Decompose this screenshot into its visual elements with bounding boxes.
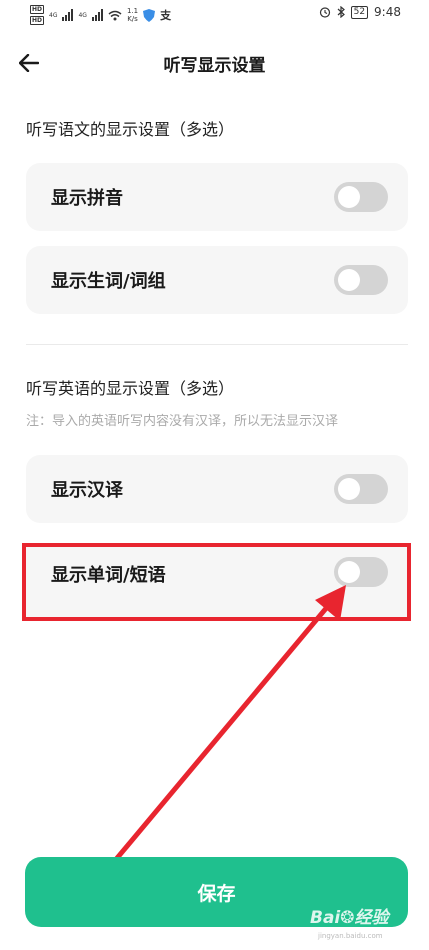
paw-icon: ❂ — [340, 908, 355, 928]
alarm-icon — [319, 7, 330, 18]
wifi-icon — [108, 10, 122, 20]
network-label: 4G — [49, 11, 58, 19]
option-show-translation[interactable]: 显示汉译 — [26, 455, 408, 523]
status-time: 9:48 — [374, 5, 401, 19]
show-new-words-toggle[interactable] — [334, 265, 388, 295]
option-show-pinyin[interactable]: 显示拼音 — [26, 163, 408, 231]
status-bar: HD HD 4G 4G 1.1 K/s 支 52 9:48 — [0, 0, 429, 30]
option-show-new-words[interactable]: 显示生词/词组 — [26, 246, 408, 314]
net-speed: 1.1 K/s — [127, 7, 138, 23]
show-translation-toggle[interactable] — [334, 474, 388, 504]
alipay-icon: 支 — [160, 9, 172, 22]
watermark-brand2: 经验 — [354, 908, 389, 928]
signal-icon-2 — [91, 9, 103, 21]
option-label: 显示汉译 — [51, 480, 123, 501]
option-label: 显示生词/词组 — [51, 271, 166, 292]
hd-badge: HD — [30, 16, 45, 25]
bluetooth-icon — [337, 6, 345, 18]
net-speed-unit: K/s — [127, 15, 138, 23]
option-label: 显示单词/短语 — [51, 565, 166, 586]
signal-icon — [62, 9, 74, 21]
hd-badge: HD — [30, 5, 45, 14]
section-divider — [26, 344, 408, 345]
battery-indicator: 52 — [350, 5, 369, 19]
toggle-knob — [338, 561, 360, 583]
show-pinyin-toggle[interactable] — [334, 182, 388, 212]
english-section-note: 注：导入的英语听写内容没有汉译，所以无法显示汉译 — [26, 414, 339, 429]
watermark-brand: Bai — [310, 908, 341, 928]
toggle-knob — [338, 269, 360, 291]
status-bar-right: 52 9:48 — [319, 5, 401, 19]
hd-indicators: HD HD — [30, 5, 45, 25]
status-bar-left: HD HD 4G 4G 1.1 K/s 支 — [30, 3, 171, 27]
toggle-knob — [338, 478, 360, 500]
net-speed-value: 1.1 — [126, 7, 139, 15]
option-label: 显示拼音 — [51, 188, 123, 209]
option-show-words-phrases[interactable]: 显示单词/短语 — [26, 547, 408, 617]
toggle-knob — [338, 186, 360, 208]
english-section-title: 听写英语的显示设置（多选） — [26, 379, 235, 398]
top-app-bar: 听写显示设置 — [0, 30, 429, 94]
chinese-section-title: 听写语文的显示设置（多选） — [26, 120, 235, 139]
network-label-2: 4G — [78, 11, 87, 19]
watermark-site: jingyan.baidu.com — [318, 932, 383, 940]
watermark-logo: Bai❂经验 — [310, 903, 389, 928]
page-title: 听写显示设置 — [163, 56, 266, 76]
shield-icon — [143, 8, 156, 22]
show-words-phrases-toggle[interactable] — [334, 557, 388, 587]
